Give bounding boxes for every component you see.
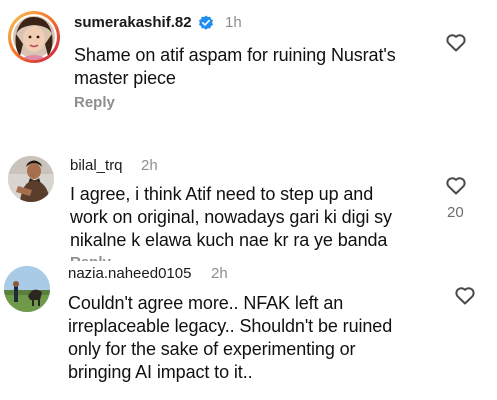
comment-line: work on original, nowadays gari ki digi … xyxy=(70,207,392,227)
heart-outline-icon[interactable] xyxy=(444,30,468,54)
comment-line: Couldn't agree more.. NFAK left an xyxy=(68,293,344,313)
comment-2: bilal_trq 2h I agree, i think Atif need … xyxy=(0,130,497,261)
avatar[interactable] xyxy=(4,266,50,312)
comment-3: nazia.naheed0105 2h Couldn't agree more.… xyxy=(0,260,497,400)
username[interactable]: nazia.naheed0105 xyxy=(68,265,191,282)
heart-outline-icon[interactable] xyxy=(453,283,477,307)
comment-line: bringing AI impact to it.. xyxy=(68,362,253,382)
comment-line: irreplaceable legacy.. Shouldn't be ruin… xyxy=(68,316,393,336)
comment-1: sumerakashif.82 1h Shame on atif aspam f… xyxy=(0,0,497,130)
comment-line: master piece xyxy=(74,68,176,88)
like-count: 20 xyxy=(447,204,464,221)
avatar[interactable] xyxy=(8,156,54,202)
timestamp: 2h xyxy=(141,157,158,174)
username[interactable]: bilal_trq xyxy=(70,157,123,174)
comment-text: Shame on atif aspam for ruining Nusrat's… xyxy=(74,44,396,90)
avatar-photo xyxy=(4,266,50,312)
comment-line: nikalne k elawa kuch nae kr ra ye banda xyxy=(70,230,388,250)
verified-badge-icon xyxy=(199,15,213,30)
timestamp: 2h xyxy=(211,265,228,282)
comment-line: I agree, i think Atif need to step up an… xyxy=(70,184,374,204)
comment-line: Shame on atif aspam for ruining Nusrat's xyxy=(74,45,396,65)
avatar-photo xyxy=(11,14,57,60)
username[interactable]: sumerakashif.82 xyxy=(74,14,192,31)
timestamp: 1h xyxy=(225,14,242,31)
avatar-photo xyxy=(8,156,54,202)
heart-outline-icon[interactable] xyxy=(444,173,468,197)
comment-line: only for the sake of experimenting or xyxy=(68,339,356,359)
reply-button[interactable]: Reply xyxy=(74,94,115,111)
avatar[interactable] xyxy=(8,11,60,63)
comment-text: I agree, i think Atif need to step up an… xyxy=(70,183,392,252)
comment-text: Couldn't agree more.. NFAK left an irrep… xyxy=(68,292,392,384)
